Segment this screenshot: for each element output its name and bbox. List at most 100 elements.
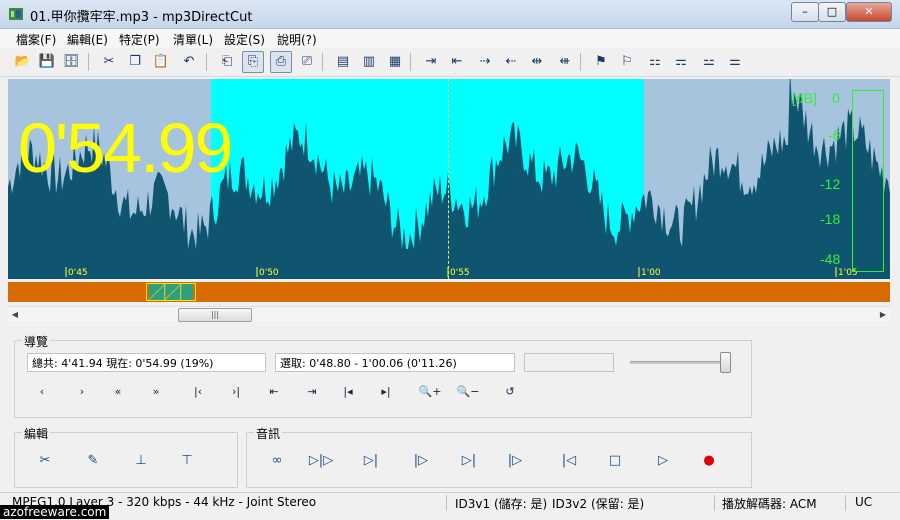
window-title: 01.甲你攬牢牢.mp3 - mp3DirectCut: [30, 10, 253, 25]
menu-edit[interactable]: 編輯(E): [67, 31, 108, 48]
total-time-field: 總共: 4'41.94 現在: 0'54.99 (19%): [27, 353, 266, 372]
goto-begin-icon[interactable]: |‹: [186, 381, 210, 403]
sel-begin-icon[interactable]: ⇤: [262, 381, 286, 403]
db-scale-label: -18: [820, 211, 841, 227]
split-mark-icon[interactable]: ⊤: [172, 447, 202, 475]
cue-start-icon[interactable]: ⇥: [420, 51, 442, 73]
edit-label: 編輯: [22, 425, 51, 442]
menu-help[interactable]: 說明(?): [277, 31, 317, 48]
ruler-label: 0'45: [68, 268, 88, 278]
close-button[interactable]: ✕: [846, 2, 892, 22]
status-uc: UC: [855, 495, 873, 509]
scroll-right-icon[interactable]: ▶: [876, 307, 890, 322]
toolbar-separator: [410, 53, 411, 71]
stop-icon[interactable]: □: [600, 447, 630, 475]
toolbar-separator: [580, 53, 581, 71]
volume-slider-thumb[interactable]: [720, 352, 731, 373]
open-icon[interactable]: 📂: [12, 51, 34, 73]
sel-start-icon[interactable]: ⇢: [474, 51, 496, 73]
play-cursor[interactable]: [448, 79, 449, 279]
cut-start-icon[interactable]: ⇹: [526, 51, 548, 73]
volume-slider-track[interactable]: [630, 361, 730, 364]
status-bar: MPEG1.0 Layer 3 - 320 kbps - 44 kHz - Jo…: [0, 492, 900, 513]
ruler-label: 0'55: [450, 268, 470, 278]
play-selection-icon[interactable]: ▷|▷: [306, 447, 336, 475]
zoom-out-icon[interactable]: 🔍−: [456, 381, 480, 403]
fade-sel-icon[interactable]: ✎: [78, 447, 108, 475]
split-all-icon[interactable]: ⚏: [644, 51, 666, 73]
cut-end-icon[interactable]: ⇺: [554, 51, 576, 73]
split-pause-icon[interactable]: ⚎: [670, 51, 692, 73]
ruler-label: 0'50: [259, 268, 279, 278]
scroll-left-icon[interactable]: ◀: [8, 307, 22, 322]
paste-icon[interactable]: 📋: [150, 51, 172, 73]
next-cue-icon[interactable]: ▸|: [374, 381, 398, 403]
mark-icon[interactable]: ⎘: [242, 51, 264, 73]
play-sel-icon[interactable]: ▥: [358, 51, 380, 73]
status-divider: [845, 495, 846, 511]
next-frame-icon[interactable]: ›: [70, 381, 94, 403]
zoom-in-icon[interactable]: 🔍+: [418, 381, 442, 403]
play-icon[interactable]: ▷: [648, 447, 678, 475]
loop-play-icon[interactable]: ∞: [262, 447, 292, 475]
navigation-group: [14, 340, 752, 418]
goto-end-icon[interactable]: ›|: [224, 381, 248, 403]
waveform-view[interactable]: 0'54.99 0'45 0'50 0'55 1'00 1'05 [dB] 0 …: [8, 79, 890, 279]
status-decoder: 播放解碼器: ACM: [722, 497, 817, 511]
save-icon[interactable]: 💾: [36, 51, 58, 73]
insert-icon[interactable]: ⎗: [216, 51, 238, 73]
cut-icon[interactable]: ✂: [98, 51, 120, 73]
play-all-icon[interactable]: ▤: [332, 51, 354, 73]
status-divider: [714, 495, 715, 511]
split-here-icon[interactable]: ⊥: [126, 447, 156, 475]
sel-end-icon[interactable]: ⇥: [300, 381, 324, 403]
cut-sel-icon[interactable]: ✂: [30, 447, 60, 475]
record-icon[interactable]: ●: [694, 447, 724, 475]
scroll-thumb[interactable]: |||: [178, 308, 252, 322]
toolbar-separator: [322, 53, 323, 71]
minimize-button[interactable]: –: [791, 2, 819, 22]
db-scale-label: -48: [820, 251, 841, 267]
overview-bar[interactable]: [8, 282, 890, 302]
play-after-icon[interactable]: |▷: [500, 447, 530, 475]
play-before-icon[interactable]: ▷|: [454, 447, 484, 475]
sel-end-icon[interactable]: ⇠: [500, 51, 522, 73]
prev-cue-icon[interactable]: |◂: [336, 381, 360, 403]
split-sel-icon[interactable]: ⚐: [616, 51, 638, 73]
volume-icon[interactable]: ⎚: [296, 51, 318, 73]
app-icon: [9, 8, 23, 20]
rewind-icon[interactable]: «: [106, 381, 130, 403]
menu-bar: 檔案(F) 編輯(E) 特定(P) 清單(L) 設定(S) 說明(?): [0, 29, 900, 48]
menu-settings[interactable]: 設定(S): [224, 31, 265, 48]
menu-list[interactable]: 清單(L): [173, 31, 213, 48]
skip-back-icon[interactable]: |◁: [554, 447, 584, 475]
fast-forward-icon[interactable]: »: [144, 381, 168, 403]
status-id3v1: ID3v1 (儲存: 是): [455, 497, 548, 511]
db-unit-label: [dB]: [792, 90, 817, 106]
play-to-cursor-icon[interactable]: ▷|: [356, 447, 386, 475]
horizontal-scrollbar[interactable]: ◀ ||| ▶: [8, 306, 890, 322]
db-scale-label: -12: [820, 176, 841, 192]
time-display: 0'54.99: [18, 109, 233, 187]
split-list-icon[interactable]: ⚌: [724, 51, 746, 73]
title-bar: 01.甲你攬牢牢.mp3 - mp3DirectCut – □ ✕: [0, 0, 900, 29]
fade-icon[interactable]: ⎙: [270, 51, 292, 73]
save-all-icon[interactable]: 🗄: [60, 51, 82, 73]
toolbar: 📂 💾 🗄 ✂ ❐ 📋 ↶ ⎗ ⎘ ⎙ ⎚ ▤ ▥ ▦ ⇥ ⇤ ⇢ ⇠ ⇹ ⇺ ⚑ ⚐ ⚏ ⚎ ⚍ ⚌: [0, 48, 900, 77]
split-auto-icon[interactable]: ⚍: [698, 51, 720, 73]
menu-file[interactable]: 檔案(F): [16, 31, 56, 48]
selection-field: 選取: 0'48.80 - 1'00.06 (0'11.26): [275, 353, 515, 372]
menu-special[interactable]: 特定(P): [119, 31, 160, 48]
prev-frame-icon[interactable]: ‹: [30, 381, 54, 403]
toolbar-separator: [88, 53, 89, 71]
maximize-button[interactable]: □: [818, 2, 846, 22]
view-reset-icon[interactable]: ↺: [498, 381, 522, 403]
split-icon[interactable]: ⚑: [590, 51, 612, 73]
copy-icon[interactable]: ❐: [124, 51, 146, 73]
play-from-cursor-icon[interactable]: |▷: [406, 447, 436, 475]
play-end-icon[interactable]: ▦: [384, 51, 406, 73]
overview-selection: [146, 283, 196, 301]
cue-end-icon[interactable]: ⇤: [446, 51, 468, 73]
undo-icon[interactable]: ↶: [178, 51, 200, 73]
watermark: azofreeware.com: [0, 505, 110, 519]
